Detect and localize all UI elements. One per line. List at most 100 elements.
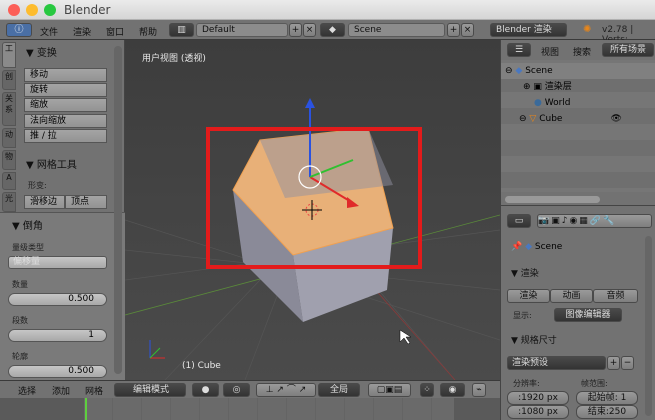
tab-shading[interactable]: 光	[2, 192, 16, 212]
tool-vertex-slide[interactable]: 顶点	[65, 195, 107, 209]
resolution-label: 分辨率:	[513, 379, 540, 388]
snap-toggle[interactable]: ⌁	[472, 383, 486, 397]
frame-range-label: 帧范围:	[581, 379, 608, 388]
outliner-editor-type-icon[interactable]: ☰	[507, 43, 531, 57]
outliner-item-cube[interactable]: ⊖ ▽ Cube 👁	[501, 111, 655, 127]
window-title: Blender	[64, 3, 111, 17]
outliner-item-world[interactable]: ● World	[501, 95, 655, 111]
render-engine-select[interactable]: Blender 渲染	[490, 23, 567, 37]
start-frame-field[interactable]: 起始帧: 1	[576, 391, 638, 405]
menu-window[interactable]: 窗口	[106, 25, 124, 38]
tool-move[interactable]: 移动	[24, 68, 107, 82]
amount-type-label: 量级类型	[12, 243, 44, 252]
tool-shelf: 工 创 关系 动 物 A 光 ▼ 变换 移动 旋转 缩放 法向缩放 推 / 拉 …	[0, 40, 125, 380]
proportional-edit-select[interactable]: ◉	[440, 383, 465, 397]
current-frame-marker[interactable]	[85, 398, 87, 420]
pivot-select[interactable]: ◎	[223, 383, 250, 397]
view-label: 用户视图 (透视)	[142, 54, 206, 64]
scene-select[interactable]: Scene	[348, 23, 445, 37]
properties-editor-type-icon[interactable]: ▭	[507, 214, 531, 228]
end-frame-field[interactable]: 结束:250	[576, 405, 638, 419]
outliner-menu-search[interactable]: 搜索	[573, 45, 591, 58]
orientation-select[interactable]: 全局	[318, 383, 360, 397]
info-header: ⓘ 文件 渲染 窗口 帮助 ▥ Default + × ◆ Scene + × …	[0, 20, 655, 45]
panel-render-header[interactable]: ▼ 渲染	[511, 266, 539, 279]
panel-mesh-tools-header[interactable]: ▼ 网格工具	[26, 156, 77, 171]
pin-icon[interactable]: 📌 ◆ Scene	[511, 242, 562, 252]
panel-dimensions-header[interactable]: ▼ 规格尺寸	[511, 333, 557, 346]
add-preset-button[interactable]: +	[607, 356, 620, 370]
animation-button[interactable]: 动画	[550, 289, 593, 303]
menu-file[interactable]: 文件	[40, 25, 58, 38]
remove-preset-button[interactable]: −	[621, 356, 634, 370]
zoom-window-button[interactable]	[44, 4, 56, 16]
item-label: Scene	[525, 66, 553, 76]
deform-label: 形变:	[28, 181, 47, 190]
bevel-panel: ▼ 倒角 量级类型 偏移量 数量 0.500 段数 1 轮廓 0.500	[0, 212, 125, 380]
menu-help[interactable]: 帮助	[139, 25, 157, 38]
mouse-cursor-icon	[399, 329, 412, 345]
panel-transform-header[interactable]: ▼ 变换	[26, 44, 57, 59]
outliner-filter-select[interactable]: 所有场景	[602, 43, 654, 57]
properties-context-tabs[interactable]: 📷▣♪◉▦🔗🔧	[537, 214, 652, 228]
tab-relations[interactable]: 关系	[2, 92, 16, 126]
tool-shrink-fatten[interactable]: 法向缩放	[24, 114, 107, 128]
context-label: Scene	[534, 242, 563, 252]
tool-edge-slide[interactable]: 滑移边	[24, 195, 65, 209]
tab-tools[interactable]: 工	[2, 42, 16, 68]
mode-select[interactable]: 编辑模式	[114, 383, 186, 397]
timeline[interactable]	[0, 398, 500, 420]
shelf-scrollbar[interactable]	[114, 46, 122, 374]
close-window-button[interactable]	[8, 4, 20, 16]
minimize-window-button[interactable]	[26, 4, 38, 16]
item-label: World	[544, 98, 571, 108]
add-layout-button[interactable]: +	[289, 23, 302, 37]
resolution-x-field[interactable]: :1920 px	[507, 391, 569, 405]
resolution-y-field[interactable]: :1080 px	[507, 405, 569, 419]
outliner-item-scene[interactable]: ⊖ ◆ Scene	[501, 63, 655, 79]
profile-label: 轮廓	[12, 352, 28, 361]
tab-grease[interactable]: A	[2, 172, 16, 190]
profile-field[interactable]: 0.500	[8, 365, 107, 378]
tab-animation[interactable]: 动	[2, 128, 16, 148]
add-scene-button[interactable]: +	[447, 23, 460, 37]
properties-scrollbar[interactable]	[645, 236, 652, 416]
segments-field[interactable]: 1	[8, 329, 107, 342]
layout-icon[interactable]: ▥	[169, 23, 194, 37]
panel-bevel-header[interactable]: ▼ 倒角	[12, 217, 43, 232]
occlude-toggle[interactable]: ⁘	[420, 383, 434, 397]
manipulator-toggles[interactable]: ⊥ ↗ ⌒ ↗	[256, 383, 316, 397]
display-select[interactable]: 图像编辑器	[554, 308, 622, 322]
amount-type-select[interactable]: 偏移量	[8, 256, 107, 269]
render-presets-select[interactable]: 渲染预设	[507, 356, 606, 370]
outliner-menu-view[interactable]: 视图	[541, 45, 559, 58]
tool-scale[interactable]: 缩放	[24, 98, 107, 112]
render-button[interactable]: 渲染	[507, 289, 550, 303]
tab-create[interactable]: 创	[2, 70, 16, 90]
scene-icon[interactable]: ◆	[320, 23, 345, 37]
menu-add[interactable]: 添加	[52, 384, 70, 397]
remove-scene-button[interactable]: ×	[461, 23, 474, 37]
select-mode-buttons[interactable]: ▢▣▤	[368, 383, 411, 397]
segments-label: 段数	[12, 316, 28, 325]
viewport-header: 选择 添加 网格 编辑模式 ● ◎ ⊥ ↗ ⌒ ↗ 全局 ▢▣▤ ⁘ ◉ ⌁	[0, 380, 500, 398]
tool-rotate[interactable]: 旋转	[24, 83, 107, 97]
3d-viewport[interactable]: 用户视图 (透视) (1) Cube	[125, 40, 500, 380]
menu-mesh[interactable]: 网格	[85, 384, 103, 397]
object-label: (1) Cube	[182, 361, 221, 371]
outliner-item-render-layers[interactable]: ⊕ ▣ 渲染层	[501, 79, 655, 95]
outliner: ☰ 视图 搜索 所有场景 ⊖ ◆ Scene ⊕ ▣ 渲染层 ● World ⊖…	[500, 40, 655, 205]
layout-select[interactable]: Default	[196, 23, 288, 37]
menu-select[interactable]: 选择	[18, 384, 36, 397]
shading-select[interactable]: ●	[192, 383, 219, 397]
audio-button[interactable]: 音频	[593, 289, 638, 303]
properties-editor: ▭ 📷▣♪◉▦🔗🔧 📌 ◆ Scene ▼ 渲染 渲染 动画 音频 显示: 图像…	[500, 205, 655, 420]
tool-push-pull[interactable]: 推 / 拉	[24, 129, 107, 143]
editor-type-info-icon[interactable]: ⓘ	[6, 23, 32, 37]
tab-physics[interactable]: 物	[2, 150, 16, 170]
amount-field[interactable]: 0.500	[8, 293, 107, 306]
outliner-scrollbar[interactable]	[505, 196, 600, 203]
remove-layout-button[interactable]: ×	[303, 23, 316, 37]
visibility-eye-icon[interactable]: 👁	[610, 114, 621, 124]
menu-render[interactable]: 渲染	[73, 25, 91, 38]
